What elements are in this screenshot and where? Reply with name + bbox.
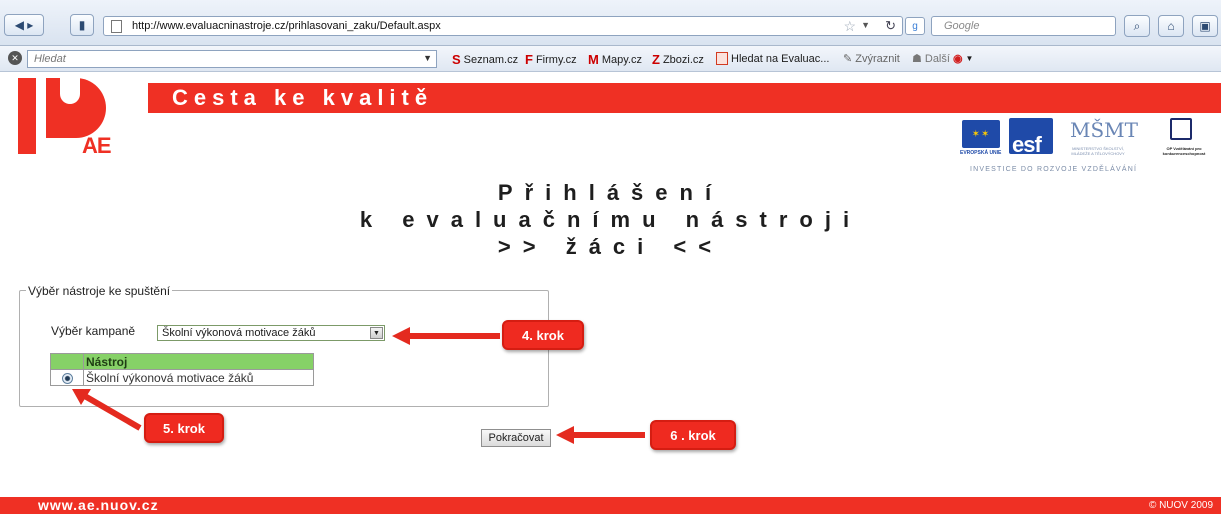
arrow-step5 — [72, 389, 142, 431]
callout-step5-label: 5. krok — [163, 420, 205, 436]
callout-step4-label: 4. krok — [522, 327, 564, 343]
footer-copyright: © NUOV 2009 — [1148, 500, 1213, 511]
arrow-step4 — [392, 327, 500, 345]
arrow-step6 — [556, 426, 645, 444]
callout-step6: 6 . krok — [650, 420, 736, 450]
callout-step6-label: 6 . krok — [670, 427, 716, 443]
footer-bar: www.ae.nuov.cz © NUOV 2009 — [0, 497, 1221, 514]
callout-step5: 5. krok — [144, 413, 224, 443]
footer-url: www.ae.nuov.cz — [38, 497, 159, 513]
callout-step4: 4. krok — [502, 320, 584, 350]
